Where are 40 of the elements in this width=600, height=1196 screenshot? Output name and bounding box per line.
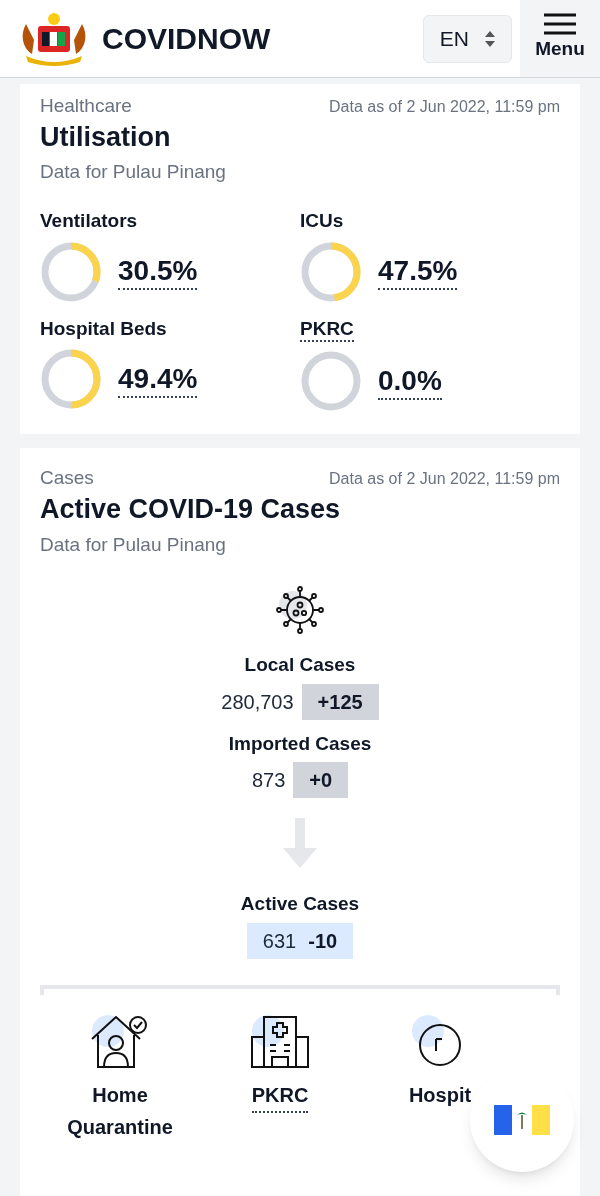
section-subtitle: Data for Pulau Pinang bbox=[40, 160, 227, 185]
menu-icon bbox=[544, 13, 576, 36]
metric-label: ICUs bbox=[300, 208, 345, 233]
count-change: +0 bbox=[293, 762, 349, 798]
count-total: 280,703 bbox=[221, 689, 294, 715]
section-category: Cases bbox=[40, 466, 94, 491]
count-total: 873 bbox=[251, 768, 286, 793]
section-category: Healthcare bbox=[40, 94, 132, 118]
data-timestamp: Data as of 2 Jun 2022, 11:59 pm bbox=[329, 97, 560, 117]
metric-label: Hospital Beds bbox=[40, 316, 168, 341]
count-label: Local Cases bbox=[244, 653, 356, 677]
section-subtitle: Data for Pulau Pinang bbox=[40, 532, 227, 557]
metric-label: Ventilators bbox=[40, 208, 139, 233]
count-total: 631 bbox=[262, 928, 297, 954]
count-change: +125 bbox=[301, 683, 379, 720]
language-select[interactable]: EN bbox=[422, 14, 512, 63]
metric-percentage[interactable]: 30.5% bbox=[118, 253, 198, 290]
facility-label: Home Quarantine bbox=[66, 1082, 174, 1140]
facility-label: Hospit bbox=[408, 1082, 472, 1108]
metric-label[interactable]: PKRC bbox=[300, 316, 354, 343]
facility-label[interactable]: PKRC bbox=[251, 1078, 309, 1113]
down-arrow-icon bbox=[281, 818, 319, 868]
ring-gauge bbox=[300, 350, 362, 413]
flag-icon bbox=[494, 1105, 550, 1135]
ring-gauge bbox=[40, 348, 102, 411]
section-title: Active COVID-19 Cases bbox=[40, 492, 342, 526]
count-change: -10 bbox=[308, 928, 338, 954]
count-label: Imported Cases bbox=[228, 731, 372, 756]
metric-percentage[interactable]: 47.5% bbox=[378, 253, 458, 290]
metric-percentage[interactable]: 0.0% bbox=[378, 362, 442, 400]
ring-gauge bbox=[40, 240, 102, 303]
ring-gauge bbox=[300, 240, 362, 303]
count-label: Active Cases bbox=[240, 892, 360, 916]
section-title: Utilisation bbox=[40, 120, 172, 154]
app-title: COVIDNOW bbox=[102, 21, 271, 57]
metric-percentage[interactable]: 49.4% bbox=[118, 360, 198, 398]
virus-icon bbox=[273, 585, 327, 635]
menu-button[interactable]: Menu bbox=[520, 0, 600, 77]
sort-arrows-icon bbox=[485, 30, 495, 47]
data-timestamp: Data as of 2 Jun 2022, 11:59 pm bbox=[329, 469, 560, 490]
